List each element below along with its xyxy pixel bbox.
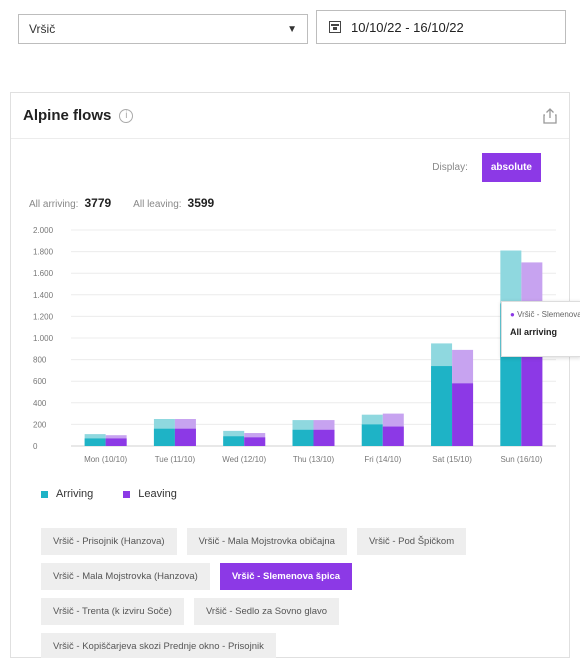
calendar-icon (329, 21, 341, 33)
route-chip[interactable]: Vršič - Mala Mojstrovka (Hanzova) (41, 563, 210, 590)
legend-item-arriving[interactable]: Arriving (41, 488, 93, 500)
chart-legend: Arriving Leaving (41, 488, 177, 500)
tooltip-series-name: Vršič - Slemenova špica (517, 310, 580, 319)
legend-leaving-label: Leaving (138, 488, 177, 500)
tooltip-label: All arriving (510, 327, 558, 337)
y-tick-label: 600 (33, 377, 47, 386)
route-chip[interactable]: Vršič - Kopiščarjeva skozi Prednje okno … (41, 633, 276, 658)
route-chip[interactable]: Vršič - Trenta (k izviru Soče) (41, 598, 184, 625)
legend-item-leaving[interactable]: Leaving (123, 488, 177, 500)
route-chip[interactable]: Vršič - Mala Mojstrovka običajna (186, 528, 347, 555)
tooltip-series-dot: ● (510, 310, 515, 319)
bar-arriving (153, 428, 175, 446)
bar-leaving (244, 437, 266, 446)
x-tick-label: Wed (12/10) (222, 455, 266, 464)
legend-arriving-label: Arriving (56, 488, 94, 500)
filter-bar: Vršič ▼ 10/10/22 - 16/10/22 (0, 0, 580, 70)
y-tick-label: 1.200 (33, 312, 54, 321)
x-tick-label: Mon (10/10) (84, 455, 127, 464)
bar-arriving (84, 438, 106, 446)
x-tick-label: Sun (16/10) (500, 455, 542, 464)
y-tick-label: 2.000 (33, 226, 54, 235)
route-chip[interactable]: Vršič - Prisojnik (Hanzova) (41, 528, 177, 555)
x-tick-label: Thu (13/10) (293, 455, 335, 464)
y-tick-label: 800 (33, 356, 47, 365)
y-tick-label: 400 (33, 399, 47, 408)
date-range-value: 10/10/22 - 16/10/22 (351, 19, 464, 35)
y-tick-label: 1.600 (33, 269, 54, 278)
x-tick-label: Sat (15/10) (432, 455, 472, 464)
bar-arriving (223, 436, 245, 446)
x-tick-label: Tue (11/10) (155, 455, 196, 464)
bar-leaving (382, 426, 404, 446)
y-tick-label: 1.400 (33, 291, 54, 300)
bar-leaving (313, 429, 335, 446)
y-tick-label: 200 (33, 420, 47, 429)
route-chip[interactable]: Vršič - Pod Špičkom (356, 528, 467, 555)
route-chip-active[interactable]: Vršič - Slemenova špica (219, 563, 353, 590)
y-tick-label: 1.800 (33, 248, 54, 257)
y-tick-label: 1.000 (33, 334, 54, 343)
location-select[interactable]: Vršič ▼ (18, 14, 308, 44)
bar-leaving (452, 383, 474, 446)
bar-leaving (174, 428, 196, 446)
location-select-value: Vršič (29, 22, 56, 36)
route-chip[interactable]: Vršič - Sedlo za Sovno glavo (193, 598, 340, 625)
x-tick-label: Fri (14/10) (364, 455, 401, 464)
bar-arriving (431, 366, 453, 446)
chart-svg: 0 200 400 600 800 1.000 1.200 1.400 1.600 1.800 2.… (33, 226, 556, 464)
chart-tooltip: ● Vršič - Slemenova špica All arriving (501, 301, 580, 357)
alpine-flows-card: Alpine flows i Display: absolute All arr… (10, 92, 580, 658)
date-range-picker[interactable]: 10/10/22 - 16/10/22 (316, 10, 566, 44)
chevron-down-icon: ▼ (287, 23, 297, 35)
bar-arriving (361, 424, 383, 446)
y-tick-label: 0 (33, 442, 38, 451)
route-chips: Vršič - Prisojnik (Hanzova) Vršič - Mala… (41, 528, 561, 658)
bar-arriving (292, 429, 314, 446)
legend-leaving-swatch (123, 490, 131, 498)
legend-arriving-swatch (41, 490, 48, 498)
bar-leaving (105, 438, 127, 446)
